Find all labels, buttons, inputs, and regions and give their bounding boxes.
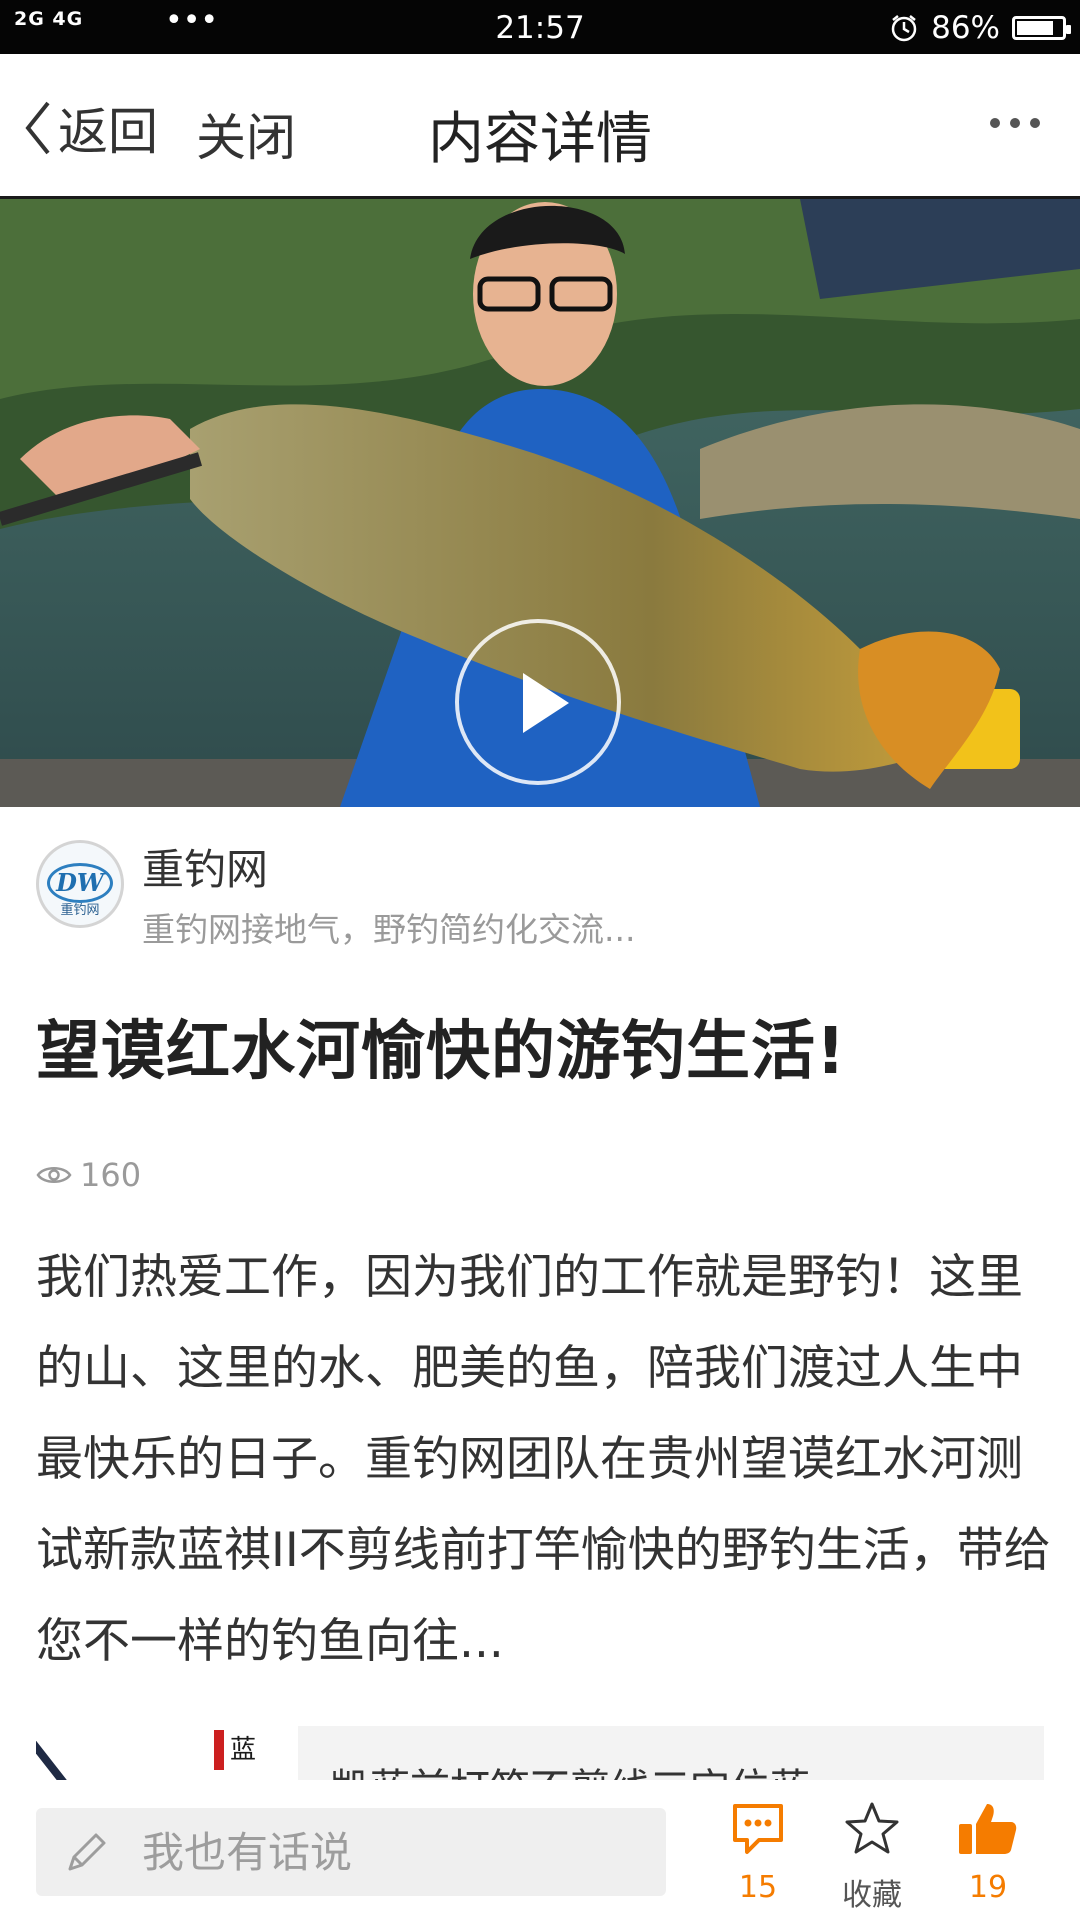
comment-box[interactable] [36, 1808, 666, 1896]
thumbs-up-icon [959, 1804, 1017, 1854]
eye-icon [36, 1167, 72, 1183]
author-name[interactable]: 重钓网 [142, 836, 635, 897]
author-description: 重钓网接地气，野钓简约化交流... [142, 910, 636, 949]
more-options-button[interactable] [990, 118, 1040, 128]
view-count: 160 [36, 1156, 141, 1194]
comment-icon [733, 1804, 783, 1854]
logo-caption: 重钓网 [60, 903, 100, 918]
video-player[interactable] [0, 199, 1080, 807]
navigation-bar: 返回 关闭 内容详情 [0, 54, 1080, 199]
pencil-icon [68, 1833, 106, 1871]
like-button[interactable]: 19 [938, 1800, 1038, 1905]
article-body: 我们热爱工作，因为我们的工作就是野钓！这里的山、这里的水、肥美的鱼，陪我们渡过人… [36, 1250, 1051, 1669]
battery-icon [1012, 16, 1071, 40]
comment-input[interactable] [140, 1826, 624, 1878]
author-card[interactable]: DW 重钓网 重钓网 重钓网接地气，野钓简约化交流... [36, 840, 635, 951]
bottom-bar: 15 收藏 19 [0, 1780, 1080, 1920]
avatar[interactable]: DW 重钓网 [36, 840, 124, 928]
alarm-icon [891, 15, 917, 42]
battery-percent: 86% [931, 10, 1000, 46]
favorite-button[interactable]: 收藏 [822, 1800, 922, 1914]
like-count: 19 [968, 1870, 1008, 1905]
logo-mark: DW [47, 863, 113, 903]
view-count-value: 160 [80, 1156, 142, 1194]
page-title: 内容详情 [428, 107, 652, 172]
favorite-label: 收藏 [842, 1878, 902, 1913]
article-title: 望谟红水河愉快的游钓生活! [36, 1015, 847, 1089]
related-title[interactable]: 凯蓝前打竿不剪线三宝位蓝 [330, 1756, 810, 1780]
related-article-card[interactable]: 蓝 凯蓝前打竿不剪线三宝位蓝 [36, 1726, 1044, 1780]
related-thumbnail: 蓝 [36, 1726, 298, 1780]
star-icon [845, 1802, 899, 1854]
status-bar: 2G 4G ••• 21:57 86% [0, 0, 1080, 54]
comment-count: 15 [738, 1870, 778, 1905]
comment-button[interactable]: 15 [708, 1800, 808, 1905]
play-icon[interactable] [455, 619, 621, 785]
related-thumb-label: 蓝 [214, 1730, 276, 1770]
